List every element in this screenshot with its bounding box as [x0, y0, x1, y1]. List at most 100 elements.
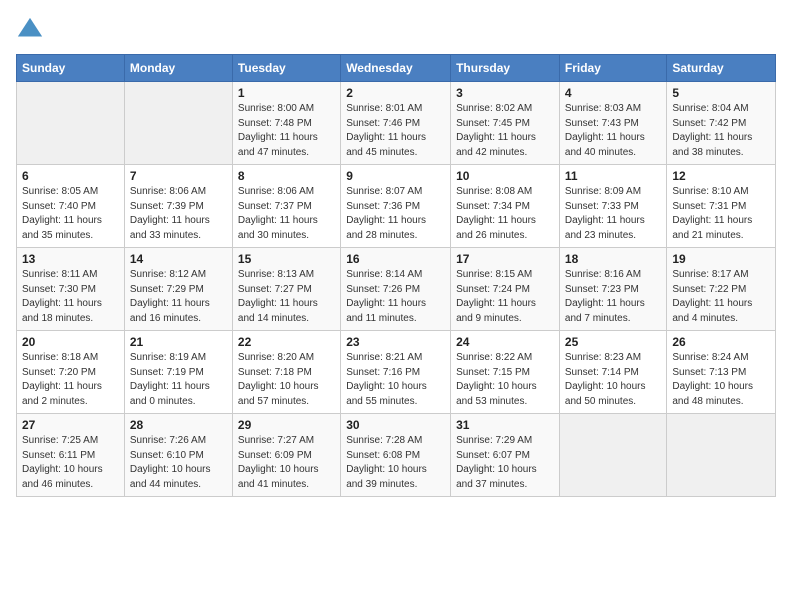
day-number: 5 [672, 86, 770, 100]
day-number: 9 [346, 169, 445, 183]
day-info: Sunrise: 7:29 AM Sunset: 6:07 PM Dayligh… [456, 434, 554, 492]
day-cell: 11 Sunrise: 8:09 AM Sunset: 7:33 PM Dayli… [559, 165, 666, 248]
day-info: Sunrise: 8:18 AM Sunset: 7:20 PM Dayligh… [22, 351, 119, 409]
day-number: 16 [346, 252, 445, 266]
day-number: 11 [565, 169, 661, 183]
day-cell: 22Sunrise: 8:20 AM Sunset: 7:18 PM Dayli… [232, 331, 340, 414]
day-number: 8 [238, 169, 335, 183]
day-info: Sunrise: 8:05 AM Sunset: 7:40 PM Dayligh… [22, 185, 119, 243]
day-number: 23 [346, 335, 445, 349]
day-cell [559, 414, 666, 497]
day-number: 30 [346, 418, 445, 432]
day-number: 12 [672, 169, 770, 183]
day-info: Sunrise: 8:14 AM Sunset: 7:26 PM Dayligh… [346, 268, 445, 326]
day-cell [667, 414, 776, 497]
day-number: 7 [130, 169, 227, 183]
week-row: 1Sunrise: 8:00 AM Sunset: 7:48 PM Daylig… [17, 82, 776, 165]
day-cell: 27 Sunrise: 7:25 AM Sunset: 6:11 PM Dayli… [17, 414, 125, 497]
header-day: Tuesday [232, 55, 340, 82]
day-info: Sunrise: 7:27 AM Sunset: 6:09 PM Dayligh… [238, 434, 335, 492]
day-info: Sunrise: 8:08 AM Sunset: 7:34 PM Dayligh… [456, 185, 554, 243]
day-cell: 8 Sunrise: 8:06 AM Sunset: 7:37 PM Daylig… [232, 165, 340, 248]
day-number: 27 [22, 418, 119, 432]
day-info: Sunrise: 8:02 AM Sunset: 7:45 PM Dayligh… [456, 102, 554, 160]
day-cell: 2 Sunrise: 8:01 AM Sunset: 7:46 PM Daylig… [341, 82, 451, 165]
day-cell: 19Sunrise: 8:17 AM Sunset: 7:22 PM Dayli… [667, 248, 776, 331]
day-info: Sunrise: 8:12 AM Sunset: 7:29 PM Dayligh… [130, 268, 227, 326]
header-day: Monday [124, 55, 232, 82]
day-number: 3 [456, 86, 554, 100]
logo-icon [16, 16, 44, 44]
day-number: 26 [672, 335, 770, 349]
day-cell: 17 Sunrise: 8:15 AM Sunset: 7:24 PM Dayli… [451, 248, 560, 331]
week-row: 27 Sunrise: 7:25 AM Sunset: 6:11 PM Dayli… [17, 414, 776, 497]
day-number: 13 [22, 252, 119, 266]
day-cell: 16 Sunrise: 8:14 AM Sunset: 7:26 PM Dayli… [341, 248, 451, 331]
week-row: 20 Sunrise: 8:18 AM Sunset: 7:20 PM Dayli… [17, 331, 776, 414]
day-cell: 30 Sunrise: 7:28 AM Sunset: 6:08 PM Dayli… [341, 414, 451, 497]
day-cell: 7 Sunrise: 8:06 AM Sunset: 7:39 PM Daylig… [124, 165, 232, 248]
day-info: Sunrise: 8:07 AM Sunset: 7:36 PM Dayligh… [346, 185, 445, 243]
day-info: Sunrise: 8:09 AM Sunset: 7:33 PM Dayligh… [565, 185, 661, 243]
day-cell: 6 Sunrise: 8:05 AM Sunset: 7:40 PM Daylig… [17, 165, 125, 248]
day-number: 20 [22, 335, 119, 349]
day-number: 17 [456, 252, 554, 266]
day-cell: 25 Sunrise: 8:23 AM Sunset: 7:14 PM Dayli… [559, 331, 666, 414]
header-day: Saturday [667, 55, 776, 82]
day-cell: 28 Sunrise: 7:26 AM Sunset: 6:10 PM Dayli… [124, 414, 232, 497]
day-info: Sunrise: 7:28 AM Sunset: 6:08 PM Dayligh… [346, 434, 445, 492]
day-info: Sunrise: 8:15 AM Sunset: 7:24 PM Dayligh… [456, 268, 554, 326]
day-info: Sunrise: 8:10 AM Sunset: 7:31 PM Dayligh… [672, 185, 770, 243]
day-info: Sunrise: 8:01 AM Sunset: 7:46 PM Dayligh… [346, 102, 445, 160]
day-cell: 9 Sunrise: 8:07 AM Sunset: 7:36 PM Daylig… [341, 165, 451, 248]
day-cell: 3 Sunrise: 8:02 AM Sunset: 7:45 PM Daylig… [451, 82, 560, 165]
day-cell: 15Sunrise: 8:13 AM Sunset: 7:27 PM Dayli… [232, 248, 340, 331]
header-day: Thursday [451, 55, 560, 82]
day-number: 2 [346, 86, 445, 100]
day-number: 4 [565, 86, 661, 100]
day-number: 29 [238, 418, 335, 432]
day-cell: 21Sunrise: 8:19 AM Sunset: 7:19 PM Dayli… [124, 331, 232, 414]
day-number: 25 [565, 335, 661, 349]
day-info: Sunrise: 8:00 AM Sunset: 7:48 PM Dayligh… [238, 102, 335, 160]
day-cell: 14 Sunrise: 8:12 AM Sunset: 7:29 PM Dayli… [124, 248, 232, 331]
header-day: Sunday [17, 55, 125, 82]
day-info: Sunrise: 8:24 AM Sunset: 7:13 PM Dayligh… [672, 351, 770, 409]
day-cell: 1Sunrise: 8:00 AM Sunset: 7:48 PM Daylig… [232, 82, 340, 165]
calendar-table: SundayMondayTuesdayWednesdayThursdayFrid… [16, 54, 776, 497]
day-info: Sunrise: 8:22 AM Sunset: 7:15 PM Dayligh… [456, 351, 554, 409]
day-info: Sunrise: 8:20 AM Sunset: 7:18 PM Dayligh… [238, 351, 335, 409]
day-number: 28 [130, 418, 227, 432]
day-info: Sunrise: 8:06 AM Sunset: 7:39 PM Dayligh… [130, 185, 227, 243]
page-header [16, 16, 776, 44]
day-info: Sunrise: 8:13 AM Sunset: 7:27 PM Dayligh… [238, 268, 335, 326]
day-number: 31 [456, 418, 554, 432]
day-info: Sunrise: 8:17 AM Sunset: 7:22 PM Dayligh… [672, 268, 770, 326]
day-info: Sunrise: 8:11 AM Sunset: 7:30 PM Dayligh… [22, 268, 119, 326]
day-cell: 26 Sunrise: 8:24 AM Sunset: 7:13 PM Dayli… [667, 331, 776, 414]
day-cell: 23 Sunrise: 8:21 AM Sunset: 7:16 PM Dayli… [341, 331, 451, 414]
logo [16, 16, 48, 44]
day-info: Sunrise: 8:23 AM Sunset: 7:14 PM Dayligh… [565, 351, 661, 409]
header-row: SundayMondayTuesdayWednesdayThursdayFrid… [17, 55, 776, 82]
day-cell: 24Sunrise: 8:22 AM Sunset: 7:15 PM Dayli… [451, 331, 560, 414]
week-row: 6 Sunrise: 8:05 AM Sunset: 7:40 PM Daylig… [17, 165, 776, 248]
day-info: Sunrise: 7:25 AM Sunset: 6:11 PM Dayligh… [22, 434, 119, 492]
day-number: 14 [130, 252, 227, 266]
day-cell: 13 Sunrise: 8:11 AM Sunset: 7:30 PM Dayli… [17, 248, 125, 331]
day-info: Sunrise: 8:03 AM Sunset: 7:43 PM Dayligh… [565, 102, 661, 160]
day-number: 18 [565, 252, 661, 266]
day-number: 6 [22, 169, 119, 183]
day-cell [124, 82, 232, 165]
day-cell: 18Sunrise: 8:16 AM Sunset: 7:23 PM Dayli… [559, 248, 666, 331]
header-day: Friday [559, 55, 666, 82]
day-info: Sunrise: 8:06 AM Sunset: 7:37 PM Dayligh… [238, 185, 335, 243]
day-info: Sunrise: 8:21 AM Sunset: 7:16 PM Dayligh… [346, 351, 445, 409]
week-row: 13 Sunrise: 8:11 AM Sunset: 7:30 PM Dayli… [17, 248, 776, 331]
day-info: Sunrise: 7:26 AM Sunset: 6:10 PM Dayligh… [130, 434, 227, 492]
day-number: 10 [456, 169, 554, 183]
day-cell [17, 82, 125, 165]
day-number: 21 [130, 335, 227, 349]
day-info: Sunrise: 8:04 AM Sunset: 7:42 PM Dayligh… [672, 102, 770, 160]
header-day: Wednesday [341, 55, 451, 82]
